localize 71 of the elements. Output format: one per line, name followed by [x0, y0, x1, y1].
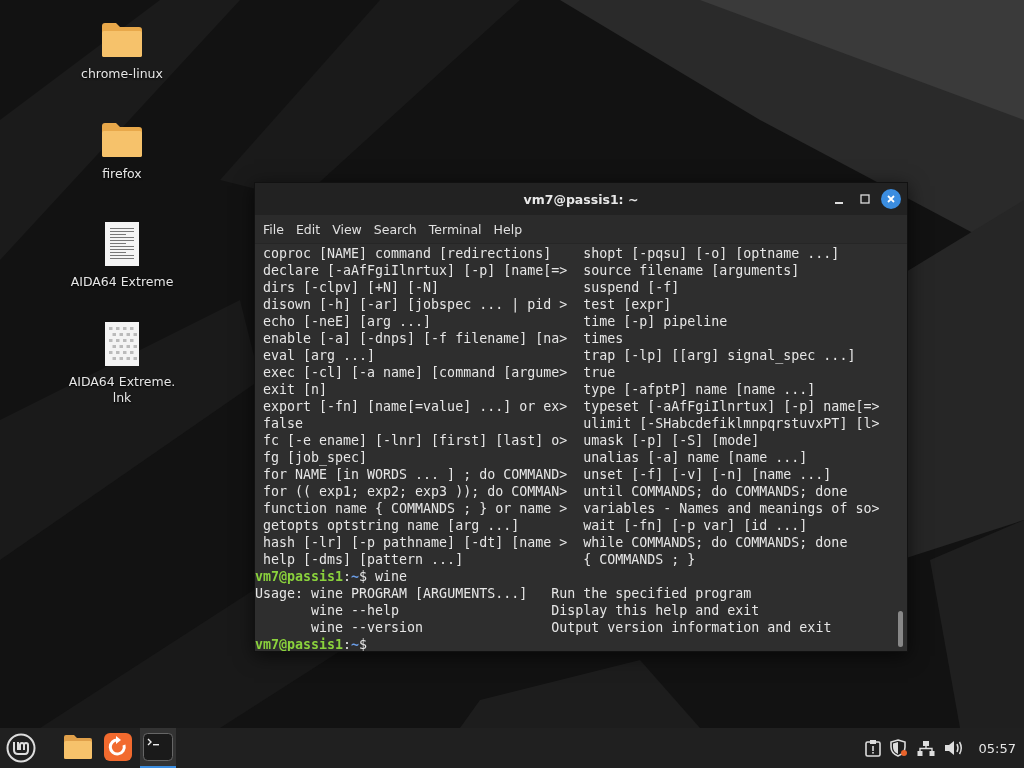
file-name[interactable]: chrome-linux — [81, 66, 163, 82]
shield-icon[interactable] — [889, 739, 908, 757]
help-entry: typeset [-aAfFgiIlnrtux] [-p] name[=> — [583, 398, 880, 415]
help-entry: type [-afptP] name [name ...] — [583, 381, 816, 398]
help-entry: declare [-aAfFgiIlnrtux] [-p] [name[=> — [263, 262, 568, 279]
help-entry: fg [job_spec] — [263, 449, 368, 466]
menu-item[interactable]: Terminal — [422, 221, 488, 237]
help-entry: umask [-p] [-S] [mode] — [583, 432, 760, 449]
minimize-icon — [835, 202, 843, 204]
clock[interactable]: 05:57 — [978, 740, 1016, 756]
help-entry: echo [-neE] [arg ...] — [263, 313, 432, 330]
help-entry: getopts optstring name [arg ...] — [263, 517, 520, 534]
help-entry: source filename [arguments] — [583, 262, 800, 279]
output-line: Usage: wine PROGRAM [ARGUMENTS...] Run the specified program — [255, 585, 752, 602]
help-entry: wait [-fn] [-p var] [id ...] — [583, 517, 808, 534]
clipboard-alert-icon[interactable] — [864, 739, 881, 757]
menu-item[interactable]: View — [326, 221, 368, 237]
help-entry: for (( exp1; exp2; exp3 )); do COMMAN> — [263, 483, 568, 500]
menu-item[interactable]: Help — [487, 221, 529, 237]
help-entry: until COMMANDS; do COMMANDS; done — [583, 483, 848, 500]
help-entry: for NAME [in WORDS ... ] ; do COMMAND> — [263, 466, 568, 483]
help-entry: function name { COMMANDS ; } or name > — [263, 500, 568, 517]
output-line: wine --help Display this help and exit — [310, 602, 760, 619]
help-entry: shopt [-pqsu] [-o] [optname ...] — [583, 245, 840, 262]
help-entry: exit [n] — [263, 381, 328, 398]
folder-icon[interactable] — [101, 22, 143, 58]
help-entry: help [-dms] [pattern ...] — [263, 551, 464, 568]
help-entry: exec [-cl] [-a name] [command [argume> — [263, 364, 568, 381]
window-title: vm7@passis1: ~ — [523, 191, 639, 207]
help-entry: true — [583, 364, 616, 381]
document-icon[interactable] — [105, 222, 139, 266]
folder-icon[interactable] — [101, 122, 143, 158]
close-icon — [886, 194, 896, 204]
file-name[interactable]: firefox — [102, 166, 142, 182]
terminal-icon — [143, 733, 173, 761]
help-entry: variables - Names and meanings of so> — [583, 500, 880, 517]
help-entry: { COMMANDS ; } — [583, 551, 696, 568]
help-entry: unset [-f] [-v] [-n] [name ...] — [583, 466, 832, 483]
speaker-icon[interactable] — [943, 740, 964, 756]
help-entry: hash [-lr] [-p pathname] [-dt] [name > — [263, 534, 568, 551]
file-name[interactable]: AIDA64 Extreme. lnk — [68, 374, 176, 406]
menu-item[interactable]: File — [257, 221, 290, 237]
close-button[interactable] — [881, 189, 901, 209]
help-entry: while COMMANDS; do COMMANDS; done — [583, 534, 848, 551]
network-icon[interactable] — [916, 739, 935, 757]
help-entry: fc [-e ename] [-lnr] [first] [last] o> — [263, 432, 568, 449]
help-entry: time [-p] pipeline — [583, 313, 728, 330]
help-entry: suspend [-f] — [583, 279, 680, 296]
help-entry: ulimit [-SHabcdefiklmnpqrstuvxPT] [l> — [583, 415, 880, 432]
help-entry: eval [arg ...] — [263, 347, 376, 364]
folder-icon — [63, 734, 93, 760]
scrollbar-thumb[interactable] — [898, 611, 903, 647]
help-entry: dirs [-clpv] [+N] [-N] — [263, 279, 440, 296]
help-entry: enable [-a] [-dnps] [-f filename] [na> — [263, 330, 568, 347]
help-entry: coproc [NAME] command [redirections] — [263, 245, 552, 262]
maximize-icon — [860, 194, 870, 204]
help-entry: export [-fn] [name[=value] ...] or ex> — [263, 398, 568, 415]
help-entry: test [expr] — [583, 296, 672, 313]
prompt-line: vm7@passis1:~$ wine — [255, 568, 408, 585]
menu-item[interactable]: Search — [367, 221, 423, 237]
prompt-line: vm7@passis1:~$ — [255, 636, 368, 651]
menu-item[interactable]: Edit — [289, 221, 327, 237]
mint-logo-icon[interactable] — [6, 733, 36, 763]
help-entry: false — [263, 415, 304, 432]
file-name[interactable]: AIDA64 Extreme — [70, 274, 174, 290]
output-line: wine --version Output version information and exit — [310, 619, 832, 636]
help-entry: unalias [-a] name [name ...] — [583, 449, 808, 466]
help-entry: disown [-h] [-ar] [jobspec ... | pid > — [263, 296, 568, 313]
help-entry: trap [-lp] [[arg] signal_spec ...] — [583, 347, 856, 364]
help-entry: times — [583, 330, 624, 347]
checkered-file-icon[interactable] — [105, 322, 139, 366]
